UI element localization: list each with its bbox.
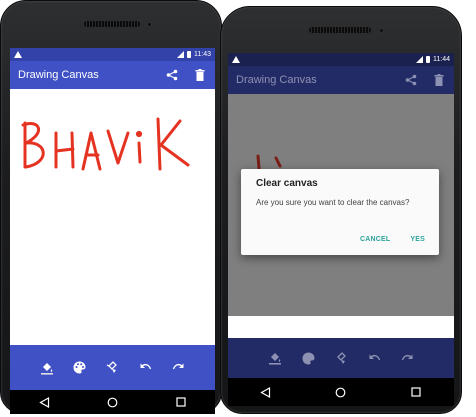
system-navigation-bar bbox=[228, 378, 454, 406]
battery-icon bbox=[187, 51, 191, 58]
app-title: Drawing Canvas bbox=[18, 69, 99, 81]
system-navigation-bar bbox=[10, 390, 215, 414]
status-bar: 11:43 bbox=[10, 48, 215, 61]
home-icon[interactable] bbox=[333, 384, 349, 400]
screen-left: 11:43 Drawing Canvas bbox=[10, 48, 215, 390]
cancel-button[interactable]: CANCEL bbox=[360, 236, 390, 243]
recents-icon[interactable] bbox=[173, 394, 189, 410]
front-camera bbox=[379, 28, 384, 33]
handwriting-bhavik bbox=[21, 117, 190, 171]
fill-bucket-icon[interactable] bbox=[40, 361, 54, 375]
earpiece-speaker bbox=[84, 21, 140, 27]
front-camera bbox=[147, 22, 152, 27]
home-icon[interactable] bbox=[104, 394, 120, 410]
warning-icon bbox=[14, 51, 22, 58]
clear-canvas-dialog: Clear canvas Are you sure you want to cl… bbox=[241, 169, 439, 255]
bottom-toolbar bbox=[10, 345, 215, 390]
drawing-canvas[interactable] bbox=[10, 89, 215, 331]
trash-icon[interactable] bbox=[193, 68, 207, 82]
share-icon[interactable] bbox=[165, 68, 179, 82]
dialog-message: Are you sure you want to clear the canva… bbox=[256, 198, 410, 207]
status-time: 11:43 bbox=[194, 51, 211, 58]
earpiece-speaker bbox=[309, 27, 371, 33]
screen-right: 11:44 Drawing Canvas Clear canvas Are yo… bbox=[228, 53, 454, 378]
signal-icon bbox=[177, 51, 184, 58]
dialog-title: Clear canvas bbox=[256, 178, 318, 189]
back-icon[interactable] bbox=[258, 384, 274, 400]
app-bar: Drawing Canvas bbox=[10, 61, 215, 89]
recents-icon[interactable] bbox=[408, 384, 424, 400]
yes-button[interactable]: YES bbox=[410, 236, 425, 243]
redo-icon[interactable] bbox=[172, 361, 186, 375]
back-icon[interactable] bbox=[36, 394, 52, 410]
undo-icon[interactable] bbox=[139, 361, 153, 375]
brush-icon[interactable] bbox=[106, 361, 120, 375]
palette-icon[interactable] bbox=[73, 361, 87, 375]
